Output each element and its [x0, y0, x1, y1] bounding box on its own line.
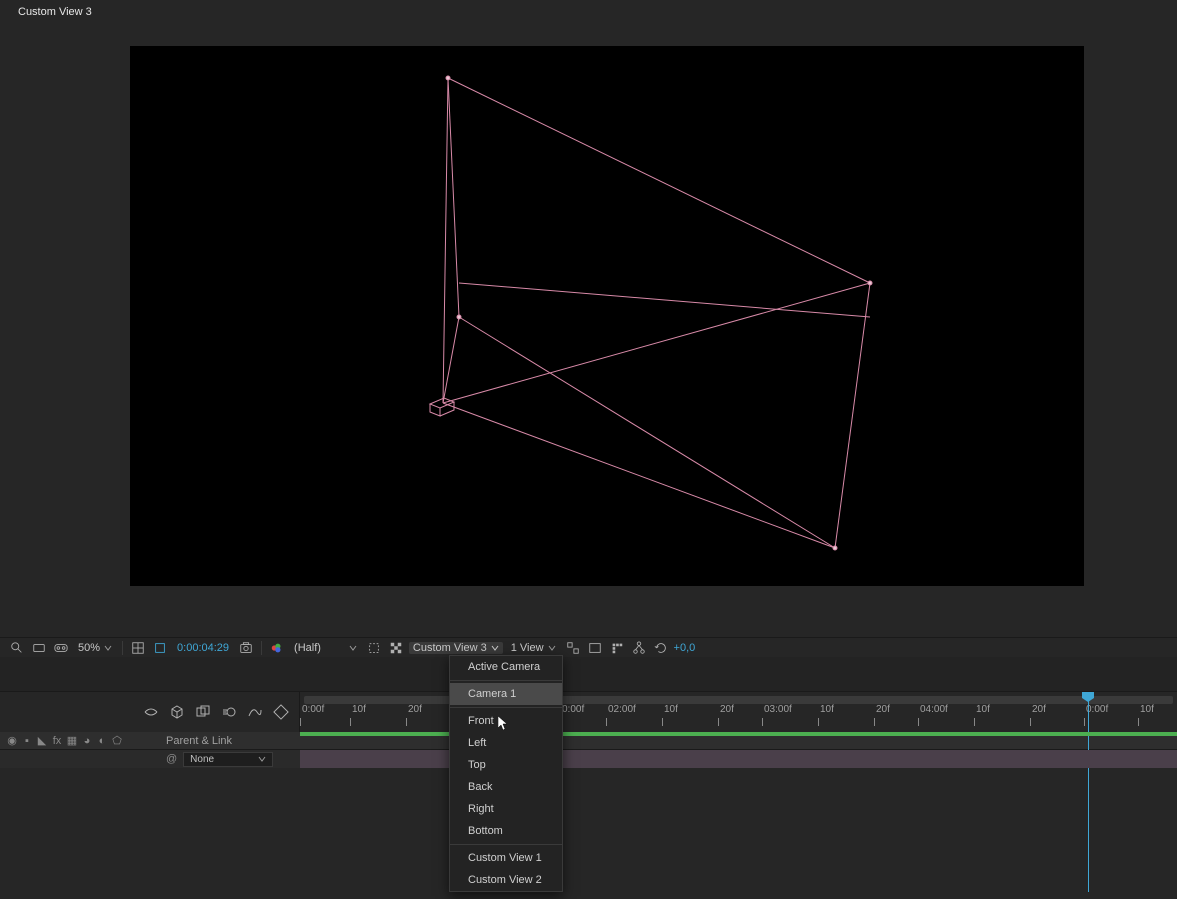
motion-blur-col-icon: ◕ — [81, 735, 93, 747]
ruler-tick-label: 20f — [1032, 704, 1046, 715]
viewer-footer: 50% 0:00:04:29 (Half) Custom View 3 1 Vi… — [0, 637, 1177, 657]
ruler-tick-label: 02:00f — [608, 704, 636, 715]
view-menu-item[interactable]: Left — [450, 732, 562, 754]
label-col-icon: ◣ — [36, 735, 48, 747]
layer-row[interactable]: @ None — [0, 750, 1177, 768]
adjustment-col-icon: ◐ — [96, 735, 108, 747]
ruler-tick-label: 03:00f — [764, 704, 792, 715]
layer-track[interactable] — [300, 750, 1177, 768]
composition-panel: Custom View 3 — [0, 0, 1177, 657]
ruler-tick-label: 10f — [1140, 704, 1154, 715]
3d-col-icon: ⬠ — [111, 735, 123, 747]
ruler-tick-label: 10f — [976, 704, 990, 715]
view-menu-item[interactable]: Camera 1 — [450, 683, 562, 705]
zoom-dropdown[interactable]: 50% — [74, 642, 116, 654]
snapshot-icon[interactable] — [237, 640, 255, 656]
magnify-icon[interactable] — [8, 640, 26, 656]
composition-viewport[interactable] — [130, 46, 1084, 586]
frame-blend-col-icon: ▦ — [66, 735, 78, 747]
parent-link-header: Parent & Link — [160, 732, 300, 749]
view-label: Custom View 3 — [18, 6, 92, 18]
render-3d-icon[interactable] — [169, 704, 185, 720]
view-menu-item[interactable]: Right — [450, 798, 562, 820]
ruler-tick-label: 0:00f — [302, 704, 324, 715]
collapse-icon[interactable] — [273, 704, 289, 720]
vr-icon[interactable] — [52, 640, 70, 656]
ruler-tick-label: 20f — [408, 704, 422, 715]
shy-icon[interactable] — [143, 704, 159, 720]
view-select-menu: Active CameraCamera 1FrontLeftTopBackRig… — [449, 655, 563, 892]
grid-icon[interactable] — [129, 640, 147, 656]
view-menu-item[interactable]: Top — [450, 754, 562, 776]
fx-col-icon: fx — [51, 735, 63, 747]
view-layout-dropdown[interactable]: 1 View — [507, 642, 560, 654]
fast-preview-icon[interactable] — [608, 640, 626, 656]
exposure-value[interactable]: +0,0 — [674, 642, 696, 654]
view-menu-item[interactable]: Back — [450, 776, 562, 798]
parent-dropdown[interactable]: None — [183, 752, 273, 767]
view-menu-item[interactable]: Custom View 1 — [450, 847, 562, 869]
timeline-left-tools — [0, 692, 300, 732]
flowchart-icon[interactable] — [630, 640, 648, 656]
motion-blur-icon[interactable] — [221, 704, 237, 720]
ruler-tick-label: 10f — [352, 704, 366, 715]
view-menu-item[interactable]: Active Camera — [450, 656, 562, 678]
resolution-dropdown[interactable]: (Half) — [290, 642, 361, 654]
layer-switches-header: ◉ ▪ ◣ fx ▦ ◕ ◐ ⬠ — [0, 732, 160, 749]
ruler-tick-label: 20f — [720, 704, 734, 715]
channel-icon[interactable] — [268, 640, 286, 656]
timeline-ruler[interactable]: 0:00f 10f 20f 0:00f 02:00f 10f 20f 03:00f 10f 20f… — [300, 692, 1177, 732]
active-view-dropdown[interactable]: Custom View 3 — [409, 642, 503, 654]
ruler-tick-label: 20f — [876, 704, 890, 715]
ruler-tick-label: 0:00f — [1086, 704, 1108, 715]
timeline-panel: 0:00f 10f 20f 0:00f 02:00f 10f 20f 03:00f 10f 20f… — [0, 657, 1177, 899]
frame-blend-icon[interactable] — [195, 704, 211, 720]
transparency-grid-icon[interactable] — [387, 640, 405, 656]
av-col-icon: ◉ — [6, 735, 18, 747]
current-time-indicator[interactable] — [1088, 692, 1089, 892]
lock-col-icon: ▪ — [21, 735, 33, 747]
graph-editor-icon[interactable] — [247, 704, 263, 720]
pixel-aspect-icon[interactable] — [586, 640, 604, 656]
ruler-tick-label: 0:00f — [562, 704, 584, 715]
current-time[interactable]: 0:00:04:29 — [173, 642, 233, 654]
roi-icon[interactable] — [365, 640, 383, 656]
ruler-tick-label: 04:00f — [920, 704, 948, 715]
view-menu-item[interactable]: Bottom — [450, 820, 562, 842]
pickwhip-icon[interactable]: @ — [166, 753, 177, 765]
reset-exposure-icon[interactable] — [652, 640, 670, 656]
view-menu-item[interactable]: Custom View 2 — [450, 869, 562, 891]
ruler-tick-label: 10f — [664, 704, 678, 715]
ruler-tick-label: 10f — [820, 704, 834, 715]
mask-toggle-icon[interactable] — [151, 640, 169, 656]
cursor-icon — [498, 716, 510, 735]
share-view-icon[interactable] — [564, 640, 582, 656]
alpha-icon[interactable] — [30, 640, 48, 656]
